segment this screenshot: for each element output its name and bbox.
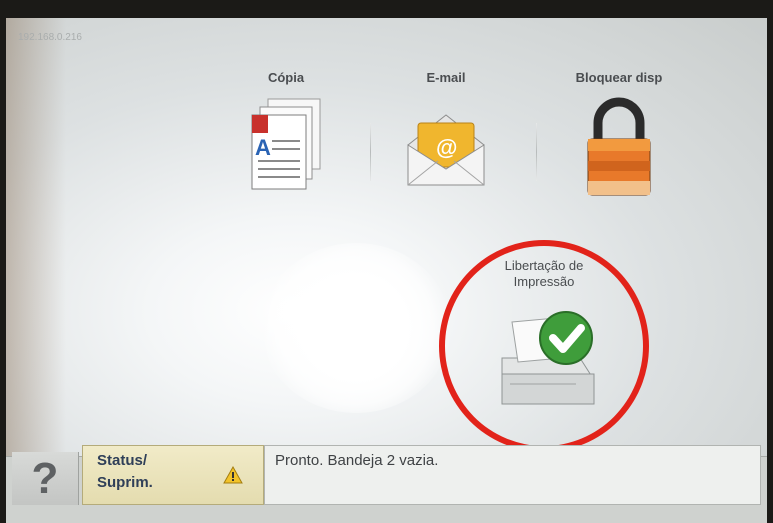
padlock-icon [587,97,651,196]
svg-text:A: A [255,135,271,160]
app-email[interactable]: E-mail @ [391,70,501,193]
app-lock-device-label: Bloquear disp [575,70,663,85]
status-message: Pronto. Bandeja 2 vazia. [264,445,761,505]
status-supplies-button[interactable]: Status/ Suprim. [82,445,264,505]
svg-text:@: @ [436,135,457,160]
email-envelope-icon: @ [407,114,485,186]
app-copy-label: Cópia [267,70,305,85]
app-divider [536,123,537,181]
warning-icon [223,466,243,484]
ip-address: 192.168.0.216 [18,32,82,43]
copy-document-icon: A [251,98,321,190]
screen-glare [261,243,451,413]
app-email-label: E-mail [426,70,466,85]
app-copy[interactable]: Cópia A [231,70,341,193]
status-button-line2: Suprim. [97,474,153,491]
highlight-circle [439,240,649,452]
app-lock-device[interactable]: Bloquear disp [554,70,684,199]
status-button-line1: Status/ [97,452,148,469]
help-button[interactable]: ? [12,452,79,505]
app-divider [370,123,371,181]
